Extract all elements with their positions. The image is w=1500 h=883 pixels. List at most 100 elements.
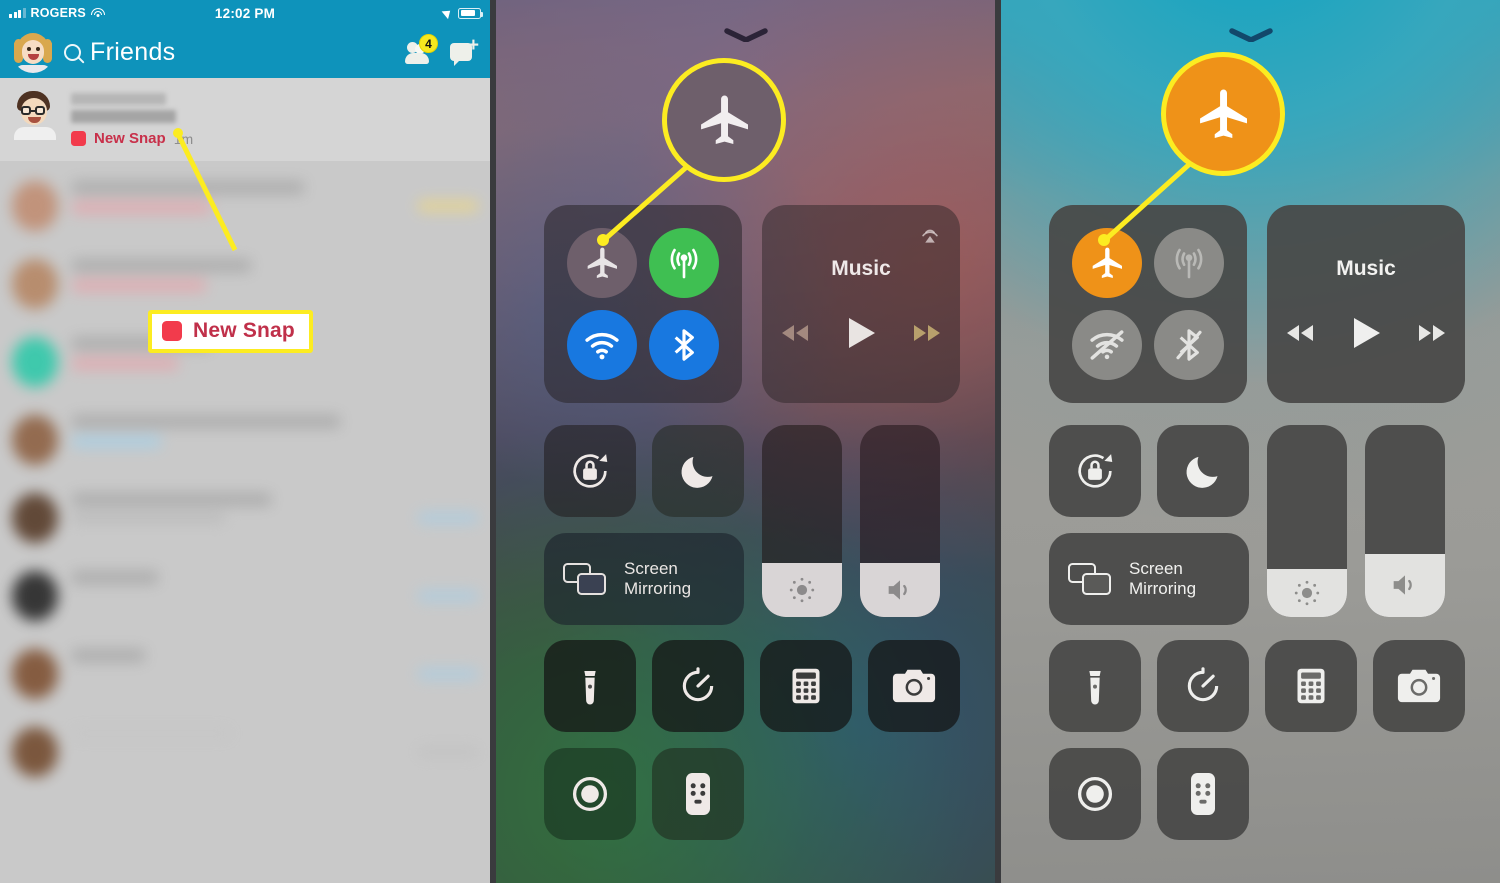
shortcuts-row-1 [1049, 640, 1465, 732]
airplay-icon[interactable] [917, 221, 943, 247]
calculator-icon [1297, 668, 1325, 704]
rotation-lock-icon [1078, 454, 1113, 488]
rotation-lock-toggle[interactable] [544, 425, 636, 517]
timer-button[interactable] [652, 640, 744, 732]
ios-status-bar: ROGERS 12:02 PM [0, 0, 490, 26]
screen-mirroring-button[interactable]: Screen Mirroring [1049, 533, 1249, 625]
control-center-after-panel: Music Screen Mirroring [995, 0, 1500, 883]
wifi-toggle[interactable] [1072, 310, 1142, 380]
list-item[interactable] [0, 401, 490, 479]
shortcuts-row-2 [544, 748, 960, 840]
search-icon [64, 43, 81, 61]
list-item-info [72, 727, 404, 747]
avatar[interactable] [12, 31, 54, 73]
volume-icon [1393, 575, 1412, 595]
control-center-row-connectivity: Music [1049, 205, 1465, 403]
apple-tv-remote-button[interactable] [1157, 748, 1249, 840]
screen-mirroring-button[interactable]: Screen Mirroring [544, 533, 744, 625]
wifi-icon [585, 332, 619, 360]
calculator-button[interactable] [760, 640, 852, 732]
screen-record-button[interactable] [1049, 748, 1141, 840]
flashlight-icon [584, 671, 596, 705]
clock-label: 12:02 PM [214, 5, 276, 21]
list-item-info [72, 259, 478, 299]
screen-record-button[interactable] [544, 748, 636, 840]
apple-tv-remote-icon [1191, 773, 1215, 815]
wifi-toggle[interactable] [567, 310, 637, 380]
timer-button[interactable] [1157, 640, 1249, 732]
flashlight-button[interactable] [544, 640, 636, 732]
brightness-icon [1294, 580, 1320, 606]
rewind-icon[interactable] [778, 321, 814, 345]
page-title: Friends [90, 37, 176, 66]
brightness-slider[interactable] [1267, 425, 1347, 617]
carrier-label: ROGERS [30, 6, 86, 20]
list-item-meta [418, 668, 478, 680]
list-item[interactable] [0, 635, 490, 713]
do-not-disturb-toggle[interactable] [1157, 425, 1249, 517]
cellular-signal-icon [9, 8, 26, 18]
list-item[interactable] [0, 479, 490, 557]
volume-slider[interactable] [860, 425, 940, 617]
chevron-down-icon[interactable] [723, 28, 768, 42]
music-tile[interactable]: Music [1267, 205, 1465, 403]
connectivity-tile[interactable] [544, 205, 742, 403]
bluetooth-toggle[interactable] [649, 310, 719, 380]
status-bar-left: ROGERS [9, 6, 105, 20]
camera-icon [892, 669, 936, 703]
timestamp: 1m [173, 130, 194, 147]
play-icon[interactable] [844, 315, 878, 351]
list-item[interactable] [0, 557, 490, 635]
calculator-button[interactable] [1265, 640, 1357, 732]
fast-forward-icon[interactable] [908, 321, 944, 345]
airplane-mode-highlight [1161, 52, 1285, 176]
list-item[interactable] [0, 713, 490, 791]
airplane-mode-highlight [662, 58, 786, 182]
status-bar-right [441, 6, 483, 20]
rewind-icon[interactable] [1283, 321, 1319, 345]
timer-icon [682, 667, 714, 702]
timer-icon [1187, 667, 1219, 702]
list-item[interactable]: New Snap 1m [0, 78, 490, 161]
cellular-data-toggle[interactable] [1154, 228, 1224, 298]
apple-tv-remote-icon [686, 773, 710, 815]
airplane-mode-toggle[interactable] [567, 228, 637, 298]
volume-slider[interactable] [1365, 425, 1445, 617]
avatar [12, 415, 58, 465]
music-tile[interactable]: Music [762, 205, 960, 403]
play-icon[interactable] [1349, 315, 1383, 351]
chevron-down-icon[interactable] [1228, 28, 1273, 42]
blurred-friend-rows[interactable] [0, 161, 490, 791]
controls-toggle-row [544, 425, 744, 517]
list-item[interactable] [0, 167, 490, 245]
snapchat-panel: ROGERS 12:02 PM Friends 4 + New Snap 1m … [0, 0, 490, 883]
camera-button[interactable] [1373, 640, 1465, 732]
brightness-icon [789, 577, 815, 603]
add-friends-icon[interactable]: 4 [404, 34, 438, 65]
brightness-slider[interactable] [762, 425, 842, 617]
search-input[interactable]: Friends [64, 38, 175, 67]
fast-forward-icon[interactable] [1413, 321, 1449, 345]
cellular-data-icon [670, 248, 698, 279]
volume-icon [888, 580, 907, 600]
connectivity-tile[interactable] [1049, 205, 1247, 403]
list-item-info [72, 493, 404, 530]
airplane-mode-toggle[interactable] [1072, 228, 1142, 298]
rotation-lock-toggle[interactable] [1049, 425, 1141, 517]
wifi-icon [90, 7, 105, 19]
cellular-data-toggle[interactable] [649, 228, 719, 298]
control-center-row-shortcuts [544, 640, 960, 840]
apple-tv-remote-button[interactable] [652, 748, 744, 840]
friends-list[interactable]: New Snap 1m New Snap [0, 78, 490, 883]
avatar [12, 337, 58, 387]
bluetooth-toggle[interactable] [1154, 310, 1224, 380]
new-snap-square-icon [71, 131, 86, 146]
camera-button[interactable] [868, 640, 960, 732]
callout-label: New Snap [193, 319, 295, 342]
flashlight-button[interactable] [1049, 640, 1141, 732]
bluetooth-off-icon [1176, 329, 1202, 361]
friend-username-redacted [71, 110, 176, 123]
moon-icon [1186, 456, 1218, 488]
do-not-disturb-toggle[interactable] [652, 425, 744, 517]
new-chat-icon[interactable]: + [450, 36, 479, 66]
